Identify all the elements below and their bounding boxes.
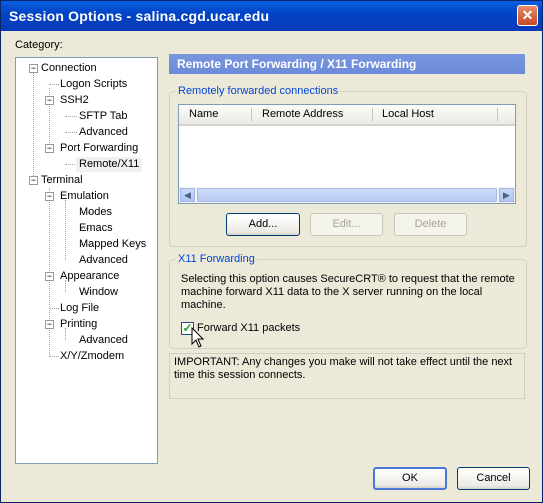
collapse-terminal-icon[interactable]: −: [29, 176, 38, 185]
delete-button[interactable]: Delete: [394, 213, 467, 236]
tree-item-log-file[interactable]: Log File: [60, 301, 99, 316]
list-header: Name Remote Address Local Host: [179, 105, 515, 126]
title-bar[interactable]: Session Options - salina.cgd.ucar.edu ✕: [1, 1, 542, 31]
tree-item-connection[interactable]: Connection: [41, 61, 97, 76]
edit-button[interactable]: Edit...: [310, 213, 383, 236]
forward-x11-label[interactable]: Forward X11 packets: [197, 322, 300, 334]
ok-button[interactable]: OK: [373, 467, 447, 490]
tree-item-emacs[interactable]: Emacs: [79, 221, 113, 236]
horizontal-scrollbar[interactable]: ◀ ▶: [179, 187, 515, 203]
forwarded-connections-list[interactable]: Name Remote Address Local Host ◀ ▶: [178, 104, 516, 204]
session-options-dialog: Session Options - salina.cgd.ucar.edu ✕ …: [0, 0, 543, 503]
category-tree[interactable]: − − − − − − − Connection Logon Scripts S…: [15, 57, 158, 464]
collapse-ssh2-icon[interactable]: −: [45, 96, 54, 105]
mouse-cursor-icon: [191, 327, 205, 348]
x11-description: Selecting this option causes SecureCRT® …: [181, 273, 515, 311]
category-label: Category:: [15, 39, 63, 51]
add-button[interactable]: Add...: [226, 213, 300, 236]
scroll-thumb[interactable]: [197, 188, 497, 202]
remote-forwarding-group-label: Remotely forwarded connections: [176, 85, 341, 97]
tree-item-appearance[interactable]: Appearance: [60, 269, 119, 284]
close-icon: ✕: [521, 7, 534, 23]
cancel-button[interactable]: Cancel: [457, 467, 530, 490]
tree-item-printing[interactable]: Printing: [60, 317, 97, 332]
tree-item-emulation-advanced[interactable]: Advanced: [79, 253, 128, 268]
column-remote-address[interactable]: Remote Address: [262, 108, 343, 120]
collapse-appearance-icon[interactable]: −: [45, 272, 54, 281]
important-note: IMPORTANT: Any changes you make will not…: [169, 353, 525, 399]
tree-item-ssh2-advanced[interactable]: Advanced: [79, 125, 128, 140]
tree-item-xyzmodem[interactable]: X/Y/Zmodem: [60, 349, 124, 364]
x11-forwarding-group-label: X11 Forwarding: [176, 253, 257, 265]
close-button[interactable]: ✕: [517, 5, 538, 26]
scroll-right-icon[interactable]: ▶: [499, 188, 514, 202]
tree-item-terminal[interactable]: Terminal: [41, 173, 83, 188]
tree-item-logon-scripts[interactable]: Logon Scripts: [60, 77, 127, 92]
tree-item-printing-advanced[interactable]: Advanced: [79, 333, 128, 348]
scroll-left-icon[interactable]: ◀: [180, 188, 195, 202]
collapse-port-forwarding-icon[interactable]: −: [45, 144, 54, 153]
collapse-connection-icon[interactable]: −: [29, 64, 38, 73]
tree-item-modes[interactable]: Modes: [79, 205, 112, 220]
tree-item-mapped-keys[interactable]: Mapped Keys: [79, 237, 146, 252]
collapse-printing-icon[interactable]: −: [45, 320, 54, 329]
tree-item-window[interactable]: Window: [79, 285, 118, 300]
tree-item-sftp-tab[interactable]: SFTP Tab: [79, 109, 128, 124]
column-local-host[interactable]: Local Host: [382, 108, 434, 120]
tree-item-ssh2[interactable]: SSH2: [60, 93, 89, 108]
panel-title: Remote Port Forwarding / X11 Forwarding: [169, 54, 525, 74]
tree-item-port-forwarding[interactable]: Port Forwarding: [60, 141, 138, 156]
column-name[interactable]: Name: [189, 108, 218, 120]
tree-item-emulation[interactable]: Emulation: [60, 189, 109, 204]
collapse-emulation-icon[interactable]: −: [45, 192, 54, 201]
window-title: Session Options - salina.cgd.ucar.edu: [9, 8, 270, 24]
tree-item-remote-x11[interactable]: Remote/X11: [76, 157, 143, 172]
